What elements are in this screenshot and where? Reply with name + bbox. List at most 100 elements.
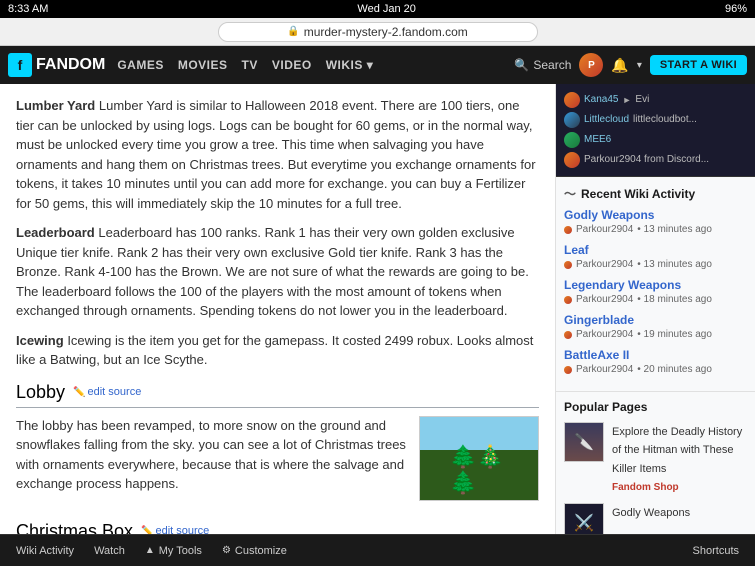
activity-dot-3 <box>564 296 572 304</box>
fandom-logo-icon: f <box>8 53 32 77</box>
lobby-heading-text: Lobby <box>16 382 65 403</box>
popular-item-2[interactable]: ⚔️ Godly Weapons <box>564 503 747 534</box>
popular-item-1[interactable]: 🔪 Explore the Deadly History of the Hitm… <box>564 422 747 493</box>
wiki-activity-label: Wiki Activity <box>16 545 74 557</box>
search-icon: 🔍 <box>514 58 529 72</box>
url-text: murder-mystery-2.fandom.com <box>304 25 468 39</box>
popular-image-1: 🔪 <box>565 423 603 461</box>
date-display: Wed Jan 20 <box>357 3 416 15</box>
popular-pages-section: Popular Pages 🔪 Explore the Deadly Histo… <box>556 392 755 534</box>
chat-message-1: Kana45 ► Evi <box>564 90 747 110</box>
lobby-image <box>419 416 539 501</box>
lumber-yard-bold: Lumber Yard <box>16 98 95 113</box>
url-bar[interactable]: 🔒 murder-mystery-2.fandom.com <box>218 22 538 42</box>
wiki-activity-section: 〜 Recent Wiki Activity Godly Weapons Par… <box>556 177 755 392</box>
activity-dot-5 <box>564 366 572 374</box>
lobby-content: The lobby has been revamped, to more sno… <box>16 416 539 509</box>
bottom-toolbar: Wiki Activity Watch ▲ My Tools ⚙ Customi… <box>0 534 755 566</box>
activity-link-4[interactable]: Gingerblade <box>564 313 747 327</box>
fandom-logo[interactable]: f FANDOM <box>8 53 105 77</box>
user-avatar[interactable]: P <box>579 53 603 77</box>
chat-message-4: Parkour2904 from Discord... <box>564 150 747 170</box>
activity-user-4: Parkour2904 <box>576 329 633 340</box>
chat-message-2: Littlecloud littlecloudbot... <box>564 110 747 130</box>
toolbar-customize[interactable]: ⚙ Customize <box>214 542 295 560</box>
chat-user-3: MEE6 <box>584 133 611 147</box>
popular-shop-label: Fandom Shop <box>612 482 679 493</box>
chat-user-2: Littlecloud <box>584 113 629 127</box>
christmas-box-heading: Christmas Box ✏️ edit source <box>16 521 539 535</box>
lumber-yard-para: Lumber Yard Lumber Yard is similar to Ha… <box>16 96 539 213</box>
activity-time-3: • 18 minutes ago <box>637 294 712 305</box>
start-wiki-button[interactable]: START A WIKI <box>650 55 747 75</box>
activity-meta-4: Parkour2904 • 19 minutes ago <box>564 329 747 340</box>
popular-image-2: ⚔️ <box>565 504 603 534</box>
chat-arrow-1: ► <box>622 94 631 107</box>
activity-meta-1: Parkour2904 • 13 minutes ago <box>564 224 747 235</box>
activity-title-text: Recent Wiki Activity <box>581 187 695 201</box>
icewing-bold: Icewing <box>16 333 64 348</box>
bell-icon[interactable]: 🔔 <box>611 57 628 74</box>
activity-wave-icon: 〜 <box>564 185 576 202</box>
edit-pencil-icon: ✏️ <box>73 387 85 398</box>
lobby-heading: Lobby ✏️ edit source <box>16 382 539 408</box>
activity-item-1: Godly Weapons Parkour2904 • 13 minutes a… <box>564 208 747 235</box>
christmas-edit-link[interactable]: ✏️ edit source <box>141 525 209 534</box>
activity-section-title: 〜 Recent Wiki Activity <box>564 185 747 202</box>
chat-box: Kana45 ► Evi Littlecloud littlecloudbot.… <box>556 84 755 177</box>
activity-time-5: • 20 minutes ago <box>637 364 712 375</box>
activity-dot-1 <box>564 226 572 234</box>
activity-user-1: Parkour2904 <box>576 224 633 235</box>
fandom-navbar: f FANDOM GAMES MOVIES TV VIDEO WIKIS ▾ 🔍… <box>0 46 755 84</box>
search-box[interactable]: 🔍 Search <box>514 58 571 72</box>
status-bar: 8:33 AM Wed Jan 20 96% <box>0 0 755 18</box>
activity-meta-5: Parkour2904 • 20 minutes ago <box>564 364 747 375</box>
activity-link-1[interactable]: Godly Weapons <box>564 208 747 222</box>
toolbar-wiki-activity[interactable]: Wiki Activity <box>8 542 82 560</box>
popular-text-2: Godly Weapons <box>612 503 690 521</box>
activity-item-3: Legendary Weapons Parkour2904 • 18 minut… <box>564 278 747 305</box>
chat-user-1: Kana45 <box>584 93 618 107</box>
activity-time-1: • 13 minutes ago <box>637 224 712 235</box>
activity-dot-2 <box>564 261 572 269</box>
chat-avatar-1 <box>564 92 580 108</box>
lumber-yard-text: Lumber Yard is similar to Halloween 2018… <box>16 98 536 211</box>
battery-display: 96% <box>725 3 747 15</box>
toolbar-my-tools[interactable]: ▲ My Tools <box>137 542 210 560</box>
christmas-edit-label: edit source <box>155 525 209 534</box>
lobby-edit-link[interactable]: ✏️ edit source <box>73 386 141 398</box>
activity-item-4: Gingerblade Parkour2904 • 19 minutes ago <box>564 313 747 340</box>
chat-text-4: Parkour2904 from Discord... <box>584 153 709 167</box>
sidebar: Kana45 ► Evi Littlecloud littlecloudbot.… <box>555 84 755 534</box>
content-area: Lumber Yard Lumber Yard is similar to Ha… <box>0 84 555 534</box>
browser-bar: 🔒 murder-mystery-2.fandom.com <box>0 18 755 46</box>
nav-wikis[interactable]: WIKIS ▾ <box>326 58 374 72</box>
popular-thumb-1: 🔪 <box>564 422 604 462</box>
nav-games[interactable]: GAMES <box>117 58 164 72</box>
toolbar-shortcuts[interactable]: Shortcuts <box>685 542 747 560</box>
christmas-edit-icon: ✏️ <box>141 526 153 535</box>
fandom-logo-text: FANDOM <box>36 56 105 74</box>
activity-link-2[interactable]: Leaf <box>564 243 747 257</box>
customize-icon: ⚙ <box>222 545 231 556</box>
nav-video[interactable]: VIDEO <box>272 58 312 72</box>
popular-title-2: Godly Weapons <box>612 507 690 519</box>
chat-text-2: littlecloudbot... <box>633 113 697 127</box>
icewing-text: Icewing is the item you get for the game… <box>16 333 533 368</box>
my-tools-label: My Tools <box>159 545 202 557</box>
toolbar-watch[interactable]: Watch <box>86 542 133 560</box>
main-layout: Lumber Yard Lumber Yard is similar to Ha… <box>0 84 755 534</box>
my-tools-icon: ▲ <box>145 545 155 556</box>
watch-label: Watch <box>94 545 125 557</box>
lobby-edit-label: edit source <box>88 386 142 398</box>
nav-movies[interactable]: MOVIES <box>178 58 228 72</box>
chat-avatar-2 <box>564 112 580 128</box>
lock-icon: 🔒 <box>287 26 299 37</box>
activity-link-3[interactable]: Legendary Weapons <box>564 278 747 292</box>
activity-user-2: Parkour2904 <box>576 259 633 270</box>
time-display: 8:33 AM <box>8 3 48 15</box>
activity-user-5: Parkour2904 <box>576 364 633 375</box>
activity-link-5[interactable]: BattleAxe II <box>564 348 747 362</box>
nav-tv[interactable]: TV <box>242 58 258 72</box>
chat-target-1: Evi <box>635 93 649 107</box>
